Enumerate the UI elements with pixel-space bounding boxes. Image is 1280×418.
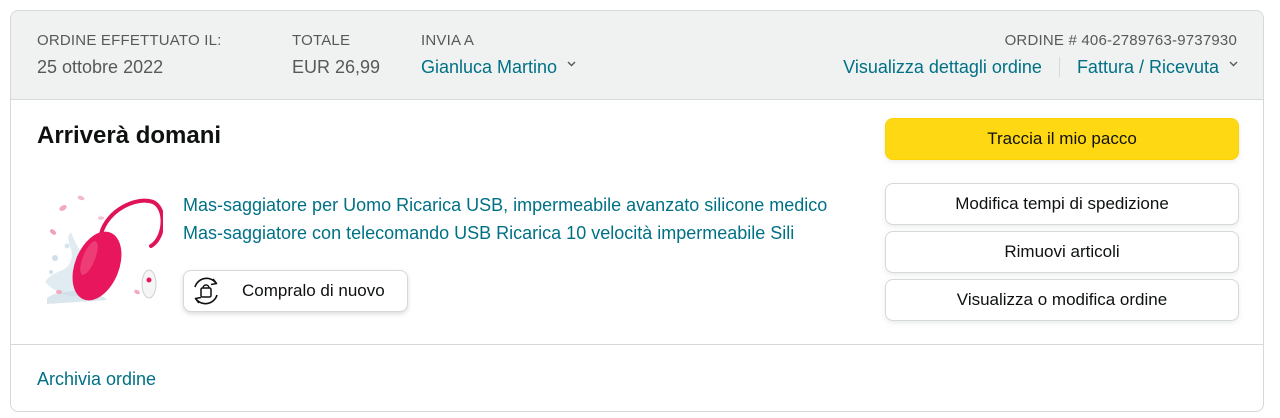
ship-to-dropdown[interactable]: Gianluca Martino bbox=[421, 55, 576, 79]
link-divider bbox=[1058, 57, 1060, 77]
order-date-value: 25 ottobre 2022 bbox=[37, 57, 164, 77]
order-date-column: ORDINE EFFETTUATO IL: 25 ottobre 2022 bbox=[37, 32, 222, 79]
remove-items-button[interactable]: Rimuovi articoli bbox=[885, 231, 1239, 273]
chevron-down-icon[interactable] bbox=[1229, 61, 1238, 69]
invoice-link[interactable]: Fattura / Ricevuta bbox=[1077, 57, 1219, 77]
ship-to-label: INVIA A bbox=[421, 32, 475, 49]
order-number-column: ORDINE # 406-2789763-9737930 Visualizza … bbox=[843, 32, 1238, 79]
view-order-details-link[interactable]: Visualizza dettagli ordine bbox=[843, 57, 1042, 77]
order-total-value: EUR 26,99 bbox=[292, 57, 381, 77]
ship-to-name[interactable]: Gianluca Martino bbox=[421, 57, 557, 77]
chevron-down-icon[interactable] bbox=[567, 61, 576, 69]
buy-again-icon bbox=[189, 274, 223, 308]
order-number: ORDINE # 406-2789763-9737930 bbox=[1004, 32, 1237, 49]
order-header-links: Visualizza dettagli ordine Fattura / Rice… bbox=[843, 55, 1238, 79]
order-total-label: TOTALE bbox=[292, 32, 351, 49]
footer-divider bbox=[11, 344, 1263, 345]
track-package-button[interactable]: Traccia il mio pacco bbox=[885, 118, 1239, 160]
order-card: ORDINE EFFETTUATO IL: 25 ottobre 2022 TO… bbox=[10, 10, 1264, 412]
order-date-label: ORDINE EFFETTUATO IL: bbox=[37, 32, 222, 49]
ship-to-column: INVIA A Gianluca Martino bbox=[421, 32, 576, 79]
delivery-status-heading: Arriverà domani bbox=[37, 122, 222, 149]
archive-order-link[interactable]: Archivia ordine bbox=[37, 367, 156, 391]
view-edit-order-button[interactable]: Visualizza o modifica ordine bbox=[885, 279, 1239, 321]
change-delivery-button[interactable]: Modifica tempi di spedizione bbox=[885, 183, 1239, 225]
product-title-link[interactable]: Mas-saggiatore per Uomo Ricarica USB, im… bbox=[183, 192, 833, 247]
order-total-column: TOTALE EUR 26,99 bbox=[292, 32, 380, 79]
buy-again-label[interactable]: Compralo di nuovo bbox=[242, 281, 385, 301]
product-image[interactable] bbox=[41, 188, 163, 306]
order-header: ORDINE EFFETTUATO IL: 25 ottobre 2022 TO… bbox=[11, 11, 1263, 100]
buy-again-button[interactable]: Compralo di nuovo bbox=[183, 270, 408, 312]
